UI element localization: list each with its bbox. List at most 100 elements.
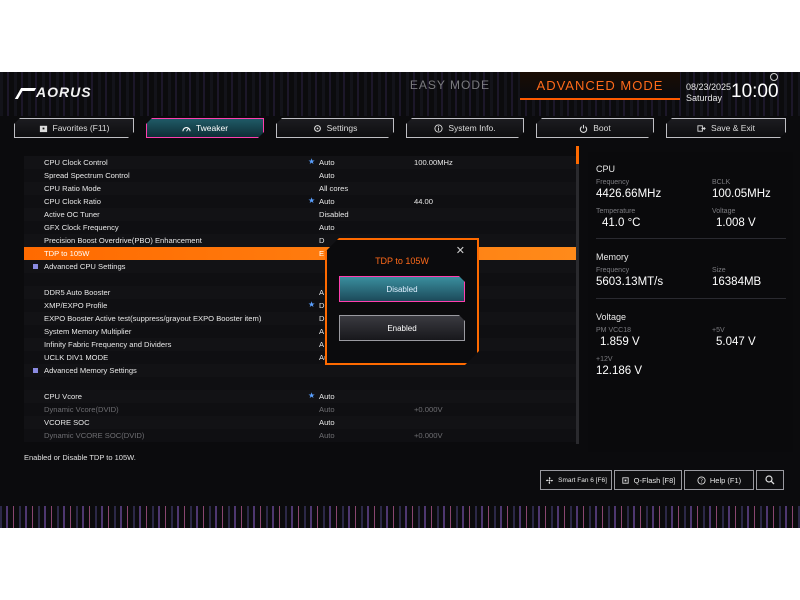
bios-screen: AORUS EASY MODE ADVANCED MODE 08/23/2025… xyxy=(0,72,800,528)
favorite-star-icon: ★ xyxy=(308,157,316,166)
setting-pbo-enhancement[interactable]: Precision Boost Overdrive(PBO) Enhanceme… xyxy=(24,234,576,247)
submenu-advanced-cpu[interactable]: Advanced CPU Settings xyxy=(24,260,576,273)
setting-vcore-soc[interactable]: VCORE SOC Auto xyxy=(24,416,576,429)
gear-icon xyxy=(313,124,322,133)
setting-active-oc-tuner[interactable]: Active OC Tuner Disabled xyxy=(24,208,576,221)
tab-favorites[interactable]: Favorites (F11) xyxy=(14,118,134,138)
plus5v-value: 5.047 V xyxy=(716,336,756,348)
cpu-section-title: CPU xyxy=(596,164,616,174)
advanced-mode-button[interactable]: ADVANCED MODE xyxy=(520,72,680,100)
settings-list: CPU Clock Control ★ Auto 100.00MHz Spread S… xyxy=(24,156,576,442)
voltage-section-title: Voltage xyxy=(596,312,627,322)
setting-spread-spectrum[interactable]: Spread Spectrum Control Auto xyxy=(24,169,576,182)
plus12v-label: +12V xyxy=(596,356,613,363)
spacer-row xyxy=(24,377,576,390)
memory-size-label: Size xyxy=(712,267,726,274)
date-value: 08/23/2025 xyxy=(686,82,732,92)
setting-ddr5-auto-booster[interactable]: DDR5 Auto Booster A xyxy=(24,286,576,299)
scrollbar-thumb[interactable] xyxy=(576,146,579,164)
setting-cpu-ratio-mode[interactable]: CPU Ratio Mode All cores xyxy=(24,182,576,195)
setting-expo-booster-test[interactable]: EXPO Booster Active test(suppress/grayou… xyxy=(24,312,576,325)
temperature-label: Temperature xyxy=(596,208,636,215)
help-button[interactable]: ? Help (F1) xyxy=(684,470,754,490)
cpu-voltage-value: 1.008 V xyxy=(716,217,756,229)
section-divider xyxy=(596,238,786,239)
tab-label: Boot xyxy=(593,123,611,133)
memory-frequency-value: 5603.13MT/s xyxy=(596,276,664,288)
setting-dynamic-vcore: Dynamic Vcore(DVID) Auto +0.000V xyxy=(24,403,576,416)
cpu-voltage-label: Voltage xyxy=(712,208,736,215)
clock: 10:00 xyxy=(731,81,779,102)
tab-label: Favorites (F11) xyxy=(52,123,110,133)
tab-label: Settings xyxy=(326,123,358,133)
bclk-value: 100.05MHz xyxy=(712,188,771,200)
cpu-frequency-label: Frequency xyxy=(596,179,630,186)
favorite-star-icon: ★ xyxy=(308,196,316,205)
settings-dot-icon[interactable] xyxy=(770,73,778,81)
tab-boot[interactable]: Boot xyxy=(536,118,654,138)
help-label: Help (F1) xyxy=(709,475,742,485)
settings-scrollbar[interactable] xyxy=(576,146,579,444)
help-description: Enabled or Disable TDP to 105W. xyxy=(24,453,136,462)
section-divider xyxy=(596,298,786,299)
favorite-star-icon: ★ xyxy=(308,391,316,400)
option-disabled-button[interactable]: Disabled xyxy=(339,276,465,302)
tab-settings[interactable]: Settings xyxy=(276,118,394,138)
temperature-value: 41.0 °C xyxy=(602,217,641,229)
setting-xmp-expo-profile[interactable]: XMP/EXPO Profile ★ D xyxy=(24,299,576,312)
memory-section-title: Memory xyxy=(596,252,629,262)
help-icon: ? xyxy=(697,475,706,484)
fan-icon xyxy=(546,476,554,484)
svg-text:?: ? xyxy=(700,478,703,484)
date-display: 08/23/2025 Saturday xyxy=(686,82,731,104)
setting-tdp-105w[interactable]: TDP to 105W E xyxy=(24,247,576,260)
footer-decoration xyxy=(0,506,800,528)
submenu-bullet-icon xyxy=(33,368,38,373)
tdp-dialog: ✕ TDP to 105W Disabled Enabled xyxy=(325,238,479,365)
aorus-logo: AORUS xyxy=(14,84,92,100)
weekday-value: Saturday xyxy=(686,93,723,103)
setting-cpu-vcore[interactable]: CPU Vcore ★ Auto xyxy=(24,390,576,403)
tab-tweaker[interactable]: Tweaker xyxy=(146,118,264,138)
setting-uclk-div1[interactable]: UCLK DIV1 MODEAuto xyxy=(24,351,576,364)
submenu-bullet-icon xyxy=(33,264,38,269)
favorite-star-icon: ★ xyxy=(308,300,316,309)
bclk-label: BCLK xyxy=(712,179,731,186)
plus12v-value: 12.186 V xyxy=(596,365,643,377)
memory-frequency-label: Frequency xyxy=(596,267,630,274)
setting-memory-multiplier[interactable]: System Memory Multiplier A xyxy=(24,325,576,338)
plus5v-label: +5V xyxy=(712,327,725,334)
spacer-row xyxy=(24,273,576,286)
smart-fan-label: Smart Fan 6 [F6] xyxy=(558,476,607,484)
setting-cpu-clock-control[interactable]: CPU Clock Control ★ Auto 100.00MHz xyxy=(24,156,576,169)
speedometer-icon xyxy=(182,124,191,133)
search-button[interactable] xyxy=(756,470,784,490)
smart-fan-button[interactable]: Smart Fan 6 [F6] xyxy=(540,470,612,490)
tab-label: Save & Exit xyxy=(711,123,755,133)
hardware-monitor: CPU Frequency 4426.66MHz BCLK 100.05MHz … xyxy=(588,152,793,452)
submenu-advanced-memory[interactable]: Advanced Memory Settings xyxy=(24,364,576,377)
setting-cpu-clock-ratio[interactable]: CPU Clock Ratio ★ Auto 44.00 xyxy=(24,195,576,208)
tab-label: System Info. xyxy=(448,123,496,133)
chip-icon xyxy=(622,476,629,484)
dialog-title: TDP to 105W xyxy=(375,256,429,266)
exit-icon xyxy=(697,124,706,133)
cpu-frequency-value: 4426.66MHz xyxy=(596,188,662,200)
tab-save-exit[interactable]: Save & Exit xyxy=(666,118,786,138)
q-flash-label: Q-Flash [F8] xyxy=(633,475,676,485)
tab-label: Tweaker xyxy=(195,123,229,133)
setting-gfx-clock[interactable]: GFX Clock Frequency Auto xyxy=(24,221,576,234)
tab-system-info[interactable]: System Info. xyxy=(406,118,524,138)
info-icon xyxy=(434,124,443,133)
memory-size-value: 16384MB xyxy=(712,276,762,288)
star-folder-icon xyxy=(39,124,48,133)
pm-vcc18-label: PM VCC18 xyxy=(596,327,632,334)
option-enabled-button[interactable]: Enabled xyxy=(339,315,465,341)
setting-infinity-fabric[interactable]: Infinity Fabric Frequency and Dividers A xyxy=(24,338,576,351)
pm-vcc18-value: 1.859 V xyxy=(600,336,640,348)
search-icon xyxy=(765,475,775,485)
power-icon xyxy=(579,124,588,133)
q-flash-button[interactable]: Q-Flash [F8] xyxy=(614,470,682,490)
setting-dynamic-vcore-soc: Dynamic VCORE SOC(DVID) Auto +0.000V xyxy=(24,429,576,442)
easy-mode-button[interactable]: EASY MODE xyxy=(400,74,500,96)
